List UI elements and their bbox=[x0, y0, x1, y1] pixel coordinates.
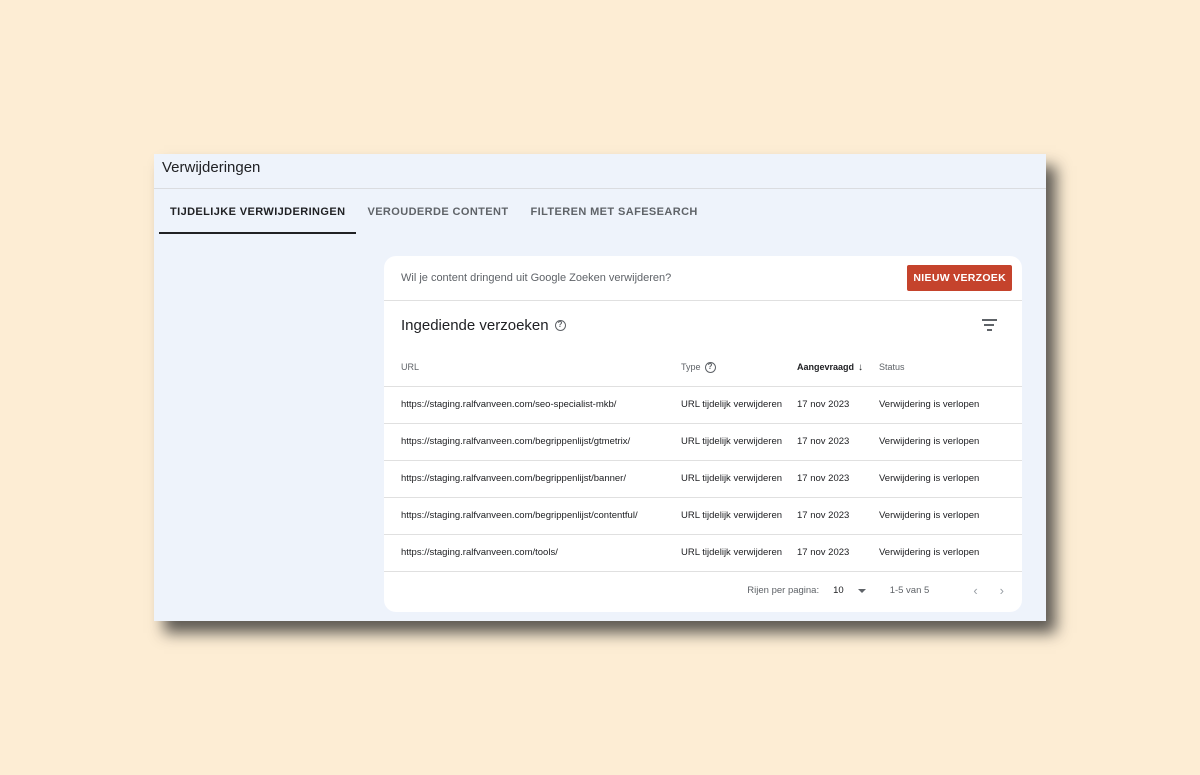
table-row[interactable]: https://staging.ralfvanveen.com/begrippe… bbox=[384, 460, 1022, 498]
cell-date: 17 nov 2023 bbox=[797, 423, 879, 461]
cell-status: Verwijdering is verlopen bbox=[879, 497, 1022, 535]
tab-outdated-content[interactable]: VEROUDERDE CONTENT bbox=[356, 189, 519, 234]
column-header-requested[interactable]: Aangevraagd ↓ bbox=[797, 349, 879, 387]
requests-table: URL Type ? Aangevraagd ↓ Status https://… bbox=[384, 349, 1022, 572]
column-header-type-label: Type bbox=[681, 362, 701, 373]
chevron-right-icon[interactable]: › bbox=[1000, 583, 1004, 598]
cell-status: Verwijdering is verlopen bbox=[879, 460, 1022, 498]
new-request-button[interactable]: NIEUW VERZOEK bbox=[907, 265, 1012, 291]
tab-bar: TIJDELIJKE VERWIJDERINGEN VEROUDERDE CON… bbox=[159, 189, 709, 234]
table-row[interactable]: https://staging.ralfvanveen.com/begrippe… bbox=[384, 423, 1022, 461]
cell-status: Verwijdering is verlopen bbox=[879, 423, 1022, 461]
help-circle-icon[interactable]: ? bbox=[554, 319, 566, 331]
page-title: Verwijderingen bbox=[162, 159, 261, 176]
column-header-type: Type ? bbox=[681, 349, 797, 387]
type-help-icon[interactable]: ? bbox=[704, 361, 716, 373]
caret-down-icon bbox=[857, 588, 866, 593]
cell-url: https://staging.ralfvanveen.com/begrippe… bbox=[384, 423, 681, 461]
tab-temporary-removals[interactable]: TIJDELIJKE VERWIJDERINGEN bbox=[159, 189, 357, 234]
column-header-status: Status bbox=[879, 349, 1022, 387]
cell-type: URL tijdelijk verwijderen bbox=[681, 386, 797, 424]
filter-icon[interactable] bbox=[981, 319, 997, 331]
table-row[interactable]: https://staging.ralfvanveen.com/begrippe… bbox=[384, 497, 1022, 535]
cell-status: Verwijdering is verlopen bbox=[879, 534, 1022, 572]
cell-type: URL tijdelijk verwijderen bbox=[681, 534, 797, 572]
arrow-down-icon: ↓ bbox=[858, 361, 864, 373]
column-header-requested-label: Aangevraagd bbox=[797, 362, 855, 373]
cell-type: URL tijdelijk verwijderen bbox=[681, 423, 797, 461]
chevron-left-icon[interactable]: ‹ bbox=[973, 583, 977, 598]
cell-status: Verwijdering is verlopen bbox=[879, 386, 1022, 424]
background-frame: Verwijderingen TIJDELIJKE VERWIJDERINGEN… bbox=[0, 0, 1200, 775]
section-title: Ingediende verzoeken ? bbox=[401, 317, 566, 334]
pagination: Rijen per pagina: 10 1-5 van 5 ‹ › bbox=[384, 572, 1022, 610]
cell-type: URL tijdelijk verwijderen bbox=[681, 497, 797, 535]
search-console-window: Verwijderingen TIJDELIJKE VERWIJDERINGEN… bbox=[154, 154, 1046, 621]
cell-url: https://staging.ralfvanveen.com/tools/ bbox=[384, 534, 681, 572]
cell-url: https://staging.ralfvanveen.com/seo-spec… bbox=[384, 386, 681, 424]
table-row[interactable]: https://staging.ralfvanveen.com/tools/ U… bbox=[384, 534, 1022, 572]
cell-url: https://staging.ralfvanveen.com/begrippe… bbox=[384, 497, 681, 535]
table-row[interactable]: https://staging.ralfvanveen.com/seo-spec… bbox=[384, 386, 1022, 424]
cell-date: 17 nov 2023 bbox=[797, 460, 879, 498]
requests-card: Wil je content dringend uit Google Zoeke… bbox=[384, 256, 1022, 612]
promo-text: Wil je content dringend uit Google Zoeke… bbox=[401, 272, 672, 284]
tab-safesearch-filtering[interactable]: FILTEREN MET SAFESEARCH bbox=[520, 189, 709, 234]
cell-url: https://staging.ralfvanveen.com/begrippe… bbox=[384, 460, 681, 498]
rows-per-page-label: Rijen per pagina: bbox=[747, 585, 820, 596]
rows-per-page-value: 10 bbox=[833, 585, 844, 596]
column-header-url: URL bbox=[384, 349, 681, 387]
promo-bar: Wil je content dringend uit Google Zoeke… bbox=[384, 256, 1022, 301]
cell-date: 17 nov 2023 bbox=[797, 497, 879, 535]
rows-per-page-select[interactable]: 10 bbox=[833, 585, 866, 596]
page-range: 1-5 van 5 bbox=[889, 585, 930, 596]
cell-type: URL tijdelijk verwijderen bbox=[681, 460, 797, 498]
cell-date: 17 nov 2023 bbox=[797, 534, 879, 572]
table-header-row: URL Type ? Aangevraagd ↓ Status bbox=[384, 349, 1022, 387]
section-title-text: Ingediende verzoeken bbox=[401, 316, 549, 334]
section-header: Ingediende verzoeken ? bbox=[384, 301, 1022, 349]
cell-date: 17 nov 2023 bbox=[797, 386, 879, 424]
